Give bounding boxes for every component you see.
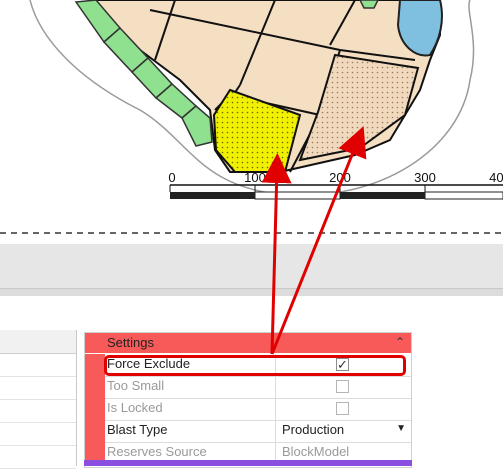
prop-row-too-small[interactable]: Too Small	[85, 376, 411, 399]
table-row[interactable]	[0, 354, 76, 377]
pane-splitter[interactable]	[0, 288, 503, 296]
scale-label-200: 200	[329, 170, 351, 185]
chevron-up-icon[interactable]: ⌃	[395, 335, 405, 349]
scale-label-0: 0	[168, 170, 176, 185]
scale-bar	[169, 184, 503, 200]
settings-group-header[interactable]: Settings ⌃	[85, 333, 411, 353]
scale-label-400: 400	[489, 170, 503, 185]
blast-type-dropdown[interactable]: Production ▼	[275, 420, 412, 442]
panel-footer-strip	[84, 460, 412, 466]
too-small-checkbox[interactable]	[336, 380, 349, 393]
toolbar-area	[0, 244, 503, 288]
prop-name: Reserves Source	[107, 444, 207, 459]
property-grid: Settings ⌃ Force Exclude ✓ Too Small Is …	[84, 332, 412, 468]
scale-label-100: 100	[244, 170, 266, 185]
row-gutter	[85, 398, 105, 420]
prop-row-blast-type[interactable]: Blast Type Production ▼	[85, 420, 411, 443]
row-gutter	[85, 420, 105, 442]
grid-header	[0, 330, 76, 354]
prop-name: Blast Type	[107, 422, 168, 437]
prop-row-is-locked[interactable]: Is Locked	[85, 398, 411, 421]
prop-name: Too Small	[107, 378, 165, 393]
row-gutter	[85, 354, 105, 376]
prop-value-cell[interactable]	[275, 376, 412, 398]
prop-value-cell[interactable]	[275, 398, 412, 420]
table-row[interactable]	[0, 377, 76, 400]
map-view[interactable]	[0, 0, 503, 240]
left-grid	[0, 330, 77, 469]
blast-type-value: Production	[282, 422, 345, 437]
dropdown-arrow-icon[interactable]: ▼	[396, 423, 406, 434]
force-exclude-highlight	[104, 355, 406, 376]
reserves-source-value: BlockModel	[282, 444, 350, 459]
settings-group-title: Settings	[107, 335, 154, 350]
row-gutter	[85, 376, 105, 398]
table-row[interactable]	[0, 423, 76, 446]
is-locked-checkbox[interactable]	[336, 402, 349, 415]
table-row[interactable]	[0, 400, 76, 423]
scale-label-300: 300	[414, 170, 436, 185]
prop-name: Is Locked	[107, 400, 163, 415]
